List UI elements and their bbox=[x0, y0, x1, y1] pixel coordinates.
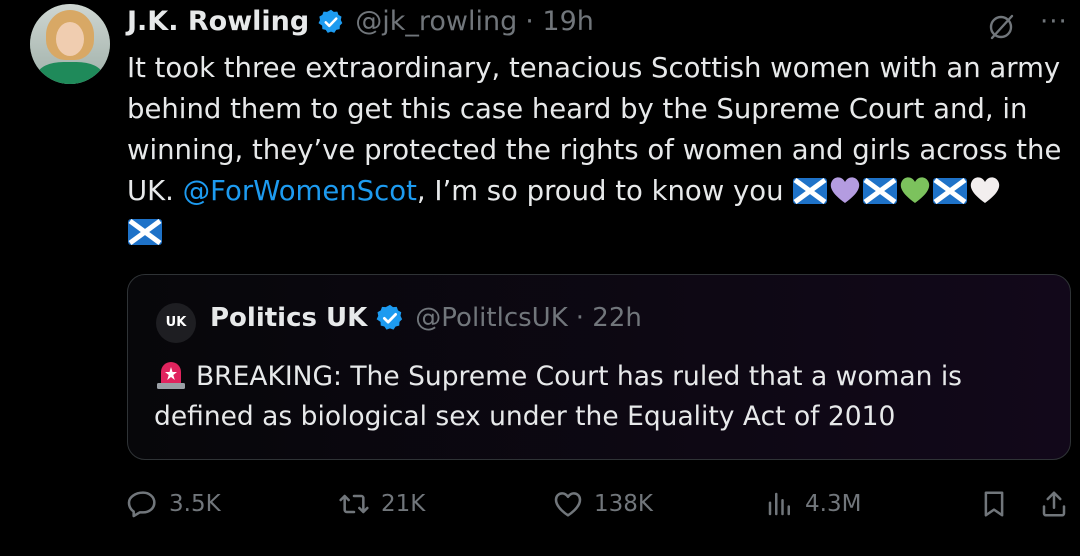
verified-badge-icon bbox=[376, 304, 403, 330]
reply-icon bbox=[127, 491, 156, 518]
tweet-text: It took three extraordinary, tenacious S… bbox=[127, 48, 1067, 253]
green-heart-icon bbox=[901, 177, 930, 203]
purple-heart-icon bbox=[831, 177, 860, 203]
scotland-flag-icon bbox=[793, 178, 828, 204]
tweet-time[interactable]: · 19h bbox=[525, 6, 594, 37]
quoted-name[interactable]: Politics UK bbox=[210, 303, 367, 333]
views-count: 4.3M bbox=[805, 491, 862, 517]
repost-count: 21K bbox=[381, 491, 426, 517]
tweet[interactable]: J.K. Rowling @jk_rowling · 19h ··· It to… bbox=[0, 0, 1080, 556]
action-bar: 3.5K 21K 138K 4.3M bbox=[127, 488, 1071, 528]
like-count: 138K bbox=[594, 491, 653, 517]
reply-count: 3.5K bbox=[169, 491, 221, 517]
scotland-flag-icon bbox=[933, 178, 968, 204]
author-avatar[interactable] bbox=[30, 4, 110, 84]
author-name[interactable]: J.K. Rowling bbox=[127, 6, 309, 37]
tweet-header: J.K. Rowling @jk_rowling · 19h bbox=[127, 6, 594, 37]
share-icon bbox=[1042, 491, 1066, 517]
share-button[interactable] bbox=[1039, 488, 1079, 520]
white-heart-icon bbox=[971, 177, 1000, 203]
grok-icon[interactable] bbox=[986, 12, 1016, 42]
siren-icon bbox=[157, 362, 185, 389]
quoted-avatar[interactable]: UK bbox=[156, 303, 196, 343]
quoted-tweet[interactable]: UK Politics UK @PolitlcsUK · 22h BREAKIN… bbox=[127, 274, 1071, 460]
views-button[interactable]: 4.3M bbox=[765, 488, 861, 520]
scotland-flag-icon bbox=[863, 178, 898, 204]
author-handle[interactable]: @jk_rowling bbox=[355, 6, 517, 37]
reply-button[interactable]: 3.5K bbox=[127, 488, 221, 520]
like-icon bbox=[554, 492, 582, 517]
scotland-flag-icon bbox=[128, 219, 162, 245]
repost-button[interactable]: 21K bbox=[337, 488, 425, 520]
quoted-text: BREAKING: The Supreme Court has ruled th… bbox=[154, 357, 1034, 437]
tweet-text-end: , I’m so proud to know you bbox=[416, 175, 784, 207]
bookmark-button[interactable] bbox=[979, 488, 1019, 520]
quoted-header: Politics UK @PolitlcsUK · 22h bbox=[210, 303, 642, 333]
verified-badge-icon bbox=[318, 9, 343, 33]
quoted-handle[interactable]: @PolitlcsUK bbox=[415, 303, 567, 333]
bookmark-icon bbox=[984, 491, 1004, 517]
repost-icon bbox=[339, 494, 369, 514]
quoted-text-body: BREAKING: The Supreme Court has ruled th… bbox=[154, 361, 962, 432]
mention-link[interactable]: @ForWomenScot bbox=[183, 175, 417, 207]
more-icon[interactable]: ··· bbox=[1040, 9, 1068, 35]
views-icon bbox=[768, 492, 790, 516]
like-button[interactable]: 138K bbox=[552, 488, 653, 520]
quoted-time[interactable]: · 22h bbox=[576, 303, 642, 333]
